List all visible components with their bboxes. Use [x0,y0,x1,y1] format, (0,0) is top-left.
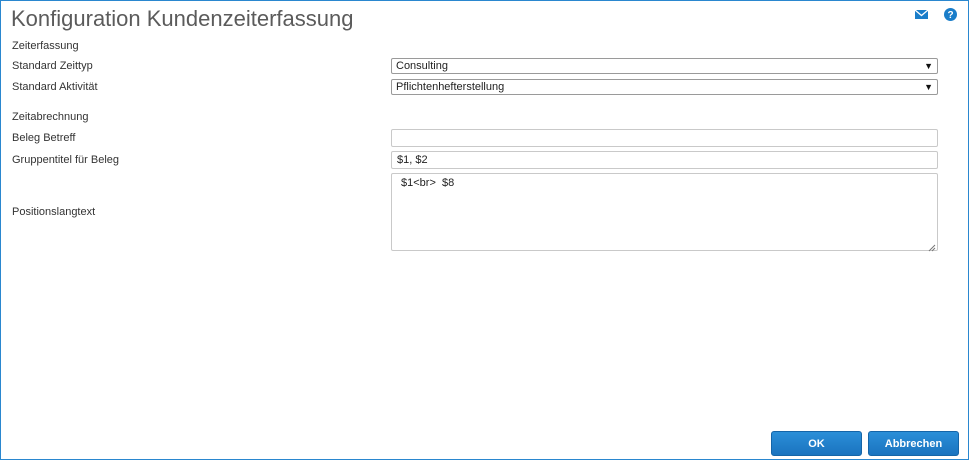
section-label-zeiterfassung: Zeiterfassung [12,40,79,52]
zeittyp-select[interactable]: Consulting ▼ [391,58,938,74]
label-standard-aktivitaet: Standard Aktivität [12,81,98,93]
config-dialog: Konfiguration Kundenzeiterfassung ? Zeit… [0,0,969,460]
resize-handle-icon[interactable] [927,239,936,252]
label-positionslangtext: Positionslangtext [12,206,96,218]
abbrechen-button[interactable]: Abbrechen [868,431,959,456]
section-label-zeitabrechnung: Zeitabrechnung [12,111,89,123]
label-standard-zeittyp: Standard Zeittyp [12,60,93,72]
dialog-title: Konfiguration Kundenzeiterfassung [11,6,354,31]
beleg-betreff-input[interactable] [391,129,938,147]
gruppentitel-input[interactable] [391,151,938,169]
mail-icon[interactable] [914,7,929,22]
aktivitaet-select[interactable]: Pflichtenhefterstellung ▼ [391,79,938,95]
help-icon[interactable]: ? [943,7,958,22]
dropdown-arrow-icon: ▼ [924,61,933,71]
aktivitaet-selected-value: Pflichtenhefterstellung [396,81,505,93]
dropdown-arrow-icon: ▼ [924,82,933,92]
zeittyp-selected-value: Consulting [396,60,448,72]
svg-text:?: ? [947,10,953,21]
label-beleg-betreff: Beleg Betreff [12,132,76,144]
positionslangtext-textarea[interactable]: $1<br> $8 [391,173,938,251]
ok-button[interactable]: OK [771,431,862,456]
header-icons: ? [914,7,958,22]
label-gruppentitel: Gruppentitel für Beleg [12,154,120,166]
